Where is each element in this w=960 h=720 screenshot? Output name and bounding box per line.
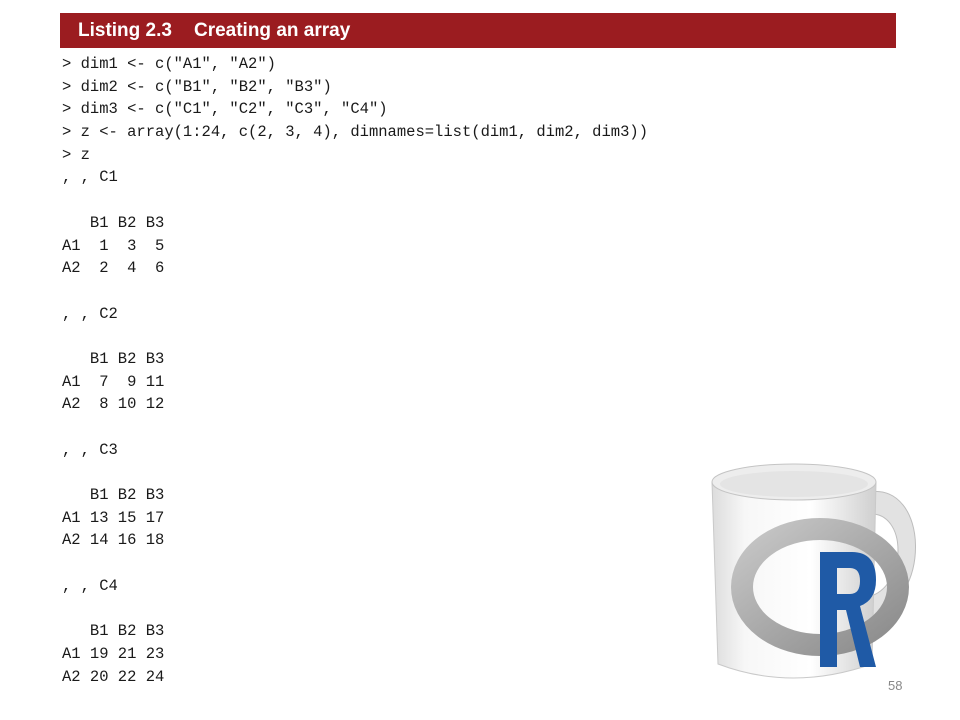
code-line: , , C2 <box>62 304 118 323</box>
code-line: B1 B2 B3 <box>62 486 165 505</box>
code-line: B1 B2 B3 <box>62 622 165 641</box>
r-logo-mug-icon <box>711 463 916 679</box>
code-line: > z <box>62 145 90 164</box>
code-line: , , C1 <box>62 168 118 187</box>
code-line: > dim1 <- c("A1", "A2") <box>62 55 276 73</box>
code-line: A2 14 16 18 <box>62 531 165 550</box>
code-line: > dim3 <- c("C1", "C2", "C3", "C4") <box>62 100 388 119</box>
code-line: A1 13 15 17 <box>62 508 165 527</box>
listing-id: Listing 2.3 <box>78 19 172 41</box>
code-line: , , C3 <box>62 440 118 459</box>
code-line: A2 20 22 24 <box>62 667 165 686</box>
code-line: A1 19 21 23 <box>62 644 165 663</box>
code-line: > z <- array(1:24, c(2, 3, 4), dimnames=… <box>62 123 648 142</box>
code-line: > dim2 <- c("B1", "B2", "B3") <box>62 77 332 96</box>
code-line: A2 2 4 6 <box>62 259 165 278</box>
code-line: A1 1 3 5 <box>62 236 165 255</box>
listing-title: Creating an array <box>193 19 351 41</box>
code-line: B1 B2 B3 <box>62 213 165 232</box>
code-block: > dim1 <- c("A1", "A2") > dim2 <- c("B1",… <box>62 53 648 688</box>
code-line: B1 B2 B3 <box>62 349 165 368</box>
listing-header: Listing 2.3 Creating an array <box>60 13 896 48</box>
code-line: A2 8 10 12 <box>62 395 165 414</box>
code-line: , , C4 <box>62 576 118 595</box>
page-number: 58 <box>888 678 903 693</box>
code-line: A1 7 9 11 <box>62 372 165 391</box>
